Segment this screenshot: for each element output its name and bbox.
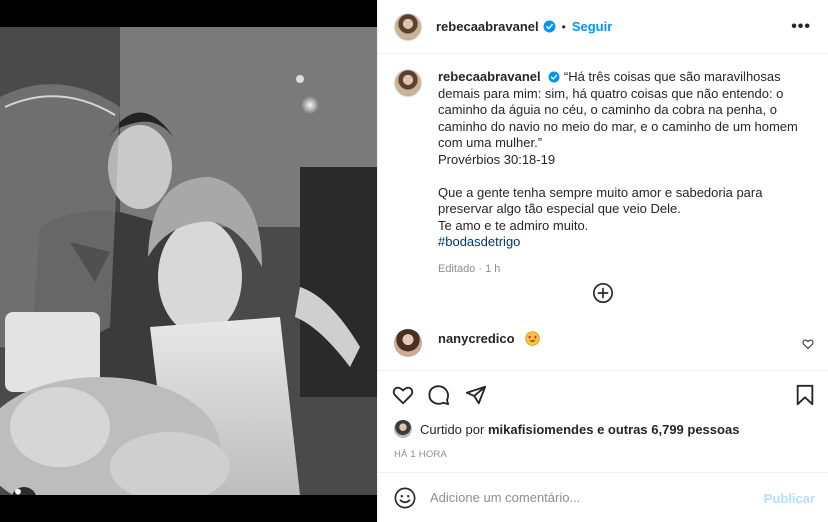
load-more-comments-icon[interactable] — [592, 282, 614, 304]
caption-section: rebecaabravanel “Há três coisas que são … — [378, 55, 828, 370]
comment-input[interactable] — [430, 490, 750, 505]
comment-composer: Publicar — [378, 472, 828, 522]
author-username[interactable]: rebecaabravanel — [436, 19, 539, 34]
commenter-avatar[interactable] — [394, 329, 422, 357]
liker-avatar[interactable] — [394, 420, 412, 438]
comment-item: nanycredico — [394, 329, 814, 369]
caption-message: Que a gente tenha sempre muito amor e sa… — [438, 184, 763, 217]
caption-reference: Provérbios 30:18-19 — [438, 151, 556, 167]
share-send-icon[interactable] — [465, 384, 487, 406]
commenter-username[interactable]: nanycredico — [438, 331, 515, 346]
like-comment-heart-icon[interactable] — [802, 338, 814, 350]
separator-dot: • — [561, 19, 566, 34]
author-avatar[interactable] — [394, 12, 422, 41]
post-header: rebecaabravanel • Seguir ••• — [378, 0, 828, 54]
action-bar — [378, 370, 828, 418]
comment-bubble-icon[interactable] — [428, 384, 450, 406]
like-heart-icon[interactable] — [392, 384, 414, 406]
caption-text: rebecaabravanel “Há três coisas que são … — [438, 69, 803, 251]
follow-button[interactable]: Seguir — [572, 19, 612, 34]
verified-badge-icon — [543, 20, 556, 33]
photo-illustration — [0, 27, 377, 495]
post-photo[interactable] — [0, 27, 377, 495]
caption-row: rebecaabravanel “Há três coisas que são … — [394, 69, 813, 251]
post-modal: rebecaabravanel • Seguir ••• rebecaabrav… — [0, 0, 828, 522]
likes-others[interactable]: e outras 6,799 pessoas — [597, 422, 739, 437]
caption-hashtag[interactable]: #bodasdetrigo — [438, 234, 803, 251]
likes-prefix: Curtido por — [420, 421, 485, 437]
photo-column — [0, 0, 377, 522]
likes-summary: Curtido por mikafisiomendes e outras 6,7… — [394, 420, 739, 438]
caption-username[interactable]: rebecaabravanel — [438, 69, 541, 84]
more-options-icon[interactable]: ••• — [791, 18, 811, 36]
user-icon — [15, 488, 21, 495]
edited-timestamp: Editado · 1 h — [438, 262, 501, 275]
emoji-picker-icon[interactable] — [394, 487, 416, 509]
caption-author-avatar[interactable] — [394, 69, 422, 97]
comment-text-peek — [438, 363, 568, 369]
save-bookmark-icon[interactable] — [795, 384, 815, 406]
verified-badge-icon — [548, 71, 560, 83]
post-details-panel: rebecaabravanel • Seguir ••• rebecaabrav… — [377, 0, 828, 522]
publish-button[interactable]: Publicar — [764, 491, 815, 506]
heart-eyes-emoji-icon — [525, 331, 540, 346]
caption-message-2: Te amo e te admiro muito. — [438, 217, 589, 233]
post-timestamp[interactable]: HÁ 1 HORA — [394, 449, 447, 460]
likes-user[interactable]: mikafisiomendes — [488, 422, 594, 437]
